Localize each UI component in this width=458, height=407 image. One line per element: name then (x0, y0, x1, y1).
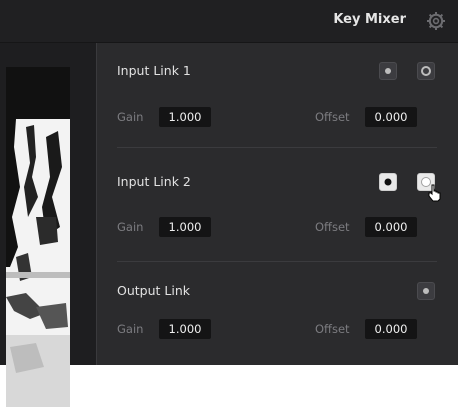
input-link-1-section: Input Link 1 Gain 1.000 Offset 0.000 (97, 62, 458, 143)
output-link-section: Output Link Gain 1.000 Offset 0.000 (97, 282, 458, 363)
output-link-mode-button[interactable] (417, 282, 435, 300)
key-mixer-panel: Input Link 1 Gain 1.000 Offset 0.000 Inp… (97, 43, 458, 365)
mouse-cursor-icon (426, 183, 442, 203)
section-divider (117, 261, 437, 262)
gain-field[interactable]: 1.000 (159, 217, 211, 237)
gain-field[interactable]: 1.000 (159, 319, 211, 339)
gain-label: Gain (117, 322, 144, 336)
offset-label: Offset (315, 220, 350, 234)
offset-label: Offset (315, 322, 350, 336)
offset-field[interactable]: 0.000 (365, 217, 417, 237)
input-link-2-title: Input Link 2 (117, 174, 191, 189)
input-link-1-title: Input Link 1 (117, 63, 191, 78)
gear-icon[interactable] (426, 11, 446, 31)
input-link-1-controls: Gain 1.000 Offset 0.000 (117, 107, 437, 127)
input-link-2-controls: Gain 1.000 Offset 0.000 (117, 217, 437, 237)
key-preview-image (6, 67, 70, 407)
offset-label: Offset (315, 110, 350, 124)
gain-label: Gain (117, 110, 144, 124)
offset-field[interactable]: 0.000 (365, 319, 417, 339)
output-link-title: Output Link (117, 283, 190, 298)
output-link-controls: Gain 1.000 Offset 0.000 (117, 319, 437, 339)
gain-field[interactable]: 1.000 (159, 107, 211, 127)
offset-field[interactable]: 0.000 (365, 107, 417, 127)
input-link-1-invert-button[interactable] (417, 62, 435, 80)
gain-label: Gain (117, 220, 144, 234)
panel-title: Key Mixer (333, 12, 406, 27)
key-mixer-window: Key Mixer Input Link 1 Gain 1.000 Offset… (0, 0, 458, 407)
section-divider (117, 147, 437, 148)
input-link-1-mode-button[interactable] (379, 62, 397, 80)
input-link-2-section: Input Link 2 Gain 1.000 Offset 0.000 (97, 173, 458, 254)
input-link-2-mode-button[interactable] (379, 173, 397, 191)
panel-header: Key Mixer (0, 0, 458, 43)
node-viewer[interactable] (0, 43, 96, 407)
